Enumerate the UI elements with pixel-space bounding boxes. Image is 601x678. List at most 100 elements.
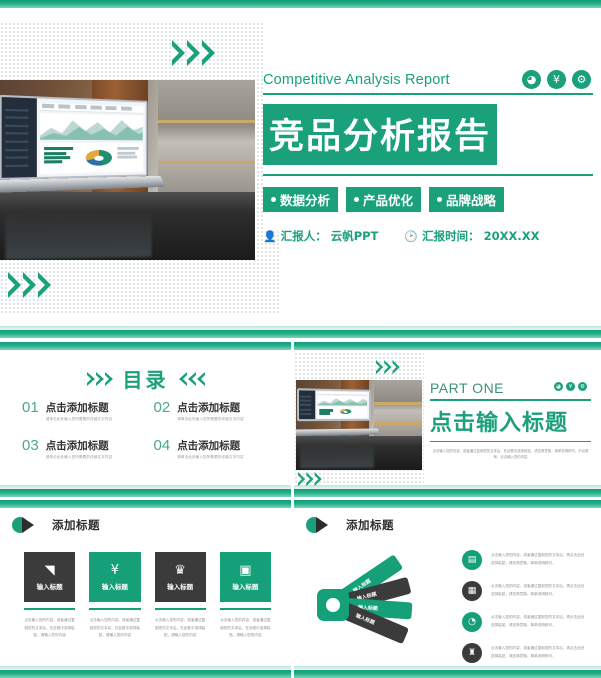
- list-item[interactable]: ◔ 点击输入您的内容，或者通过复制您的文本后，再点击此处选择粘贴，请言简意赅，简…: [462, 612, 587, 632]
- presenter-group: 👤 汇报人： 云帆PPT: [263, 228, 378, 244]
- people-group-icon: ♛: [174, 562, 186, 578]
- slide1-bottom-bar-secondary: [0, 326, 601, 330]
- clock-icon: 🕑: [404, 229, 419, 243]
- chevron-left-decoration: [86, 371, 113, 386]
- toc-item-title: 点击添加标题: [177, 440, 241, 452]
- tag-item[interactable]: 产品优化: [346, 187, 422, 212]
- slide1-top-bar: [0, 0, 601, 8]
- chart-icon[interactable]: ◕: [522, 70, 541, 89]
- tag-label: 数据分析: [280, 193, 331, 208]
- tag-label: 产品优化: [363, 193, 414, 208]
- card-item[interactable]: ¥ 输入标题 点击输入您的内容，或者通过复制您的文本后，在此框中选择粘贴，请输入…: [89, 552, 141, 640]
- bullet-icon: [271, 197, 276, 202]
- section-body-text: 点击输入您的内容，或者通过复制您的文本后，在此框中选择粘贴，请言简意赅，简单说明…: [432, 449, 589, 460]
- card-grid: ◥ 输入标题 点击输入您的内容，或者通过复制您的文本后，在此框中选择粘贴，请输入…: [24, 552, 271, 640]
- slide5-top-bar: [294, 500, 601, 508]
- card-label: 输入标题: [101, 582, 128, 591]
- list-item-text: 点击输入您的内容，或者通过复制您的文本后，再点击此处选择粘贴，请言简意赅，简单说…: [491, 615, 585, 627]
- toc-item[interactable]: 03 点击添加标题 请单击此处输入您所需要的详细文字内容: [22, 438, 144, 460]
- toc-number: 04: [153, 437, 171, 454]
- list-item[interactable]: ▦ 点击输入您的内容，或者通过复制您的文本后，再点击此处选择粘贴，请言简意赅，简…: [462, 581, 587, 601]
- slide2-bottom-bar-secondary: [0, 485, 291, 489]
- list-item-text: 点击输入您的内容，或者通过复制您的文本后，再点击此处选择粘贴，请言简意赅，简单说…: [491, 646, 585, 658]
- toc-title: 目录: [122, 368, 169, 392]
- header-badge-icon: [306, 517, 340, 533]
- section-heading: 添加标题: [52, 518, 100, 532]
- hero-photo: [0, 80, 255, 260]
- card-label: 输入标题: [232, 582, 259, 591]
- toc-item-title: 点击添加标题: [45, 440, 109, 452]
- list-item[interactable]: ▤ 点击输入您的内容，或者通过复制您的文本后，再点击此处选择粘贴，请言简意赅，简…: [462, 550, 587, 570]
- card-item[interactable]: ▣ 输入标题 点击输入您的内容，或者通过复制您的文本后，在此框中选择粘贴，请输入…: [219, 552, 271, 640]
- toc-item-subtitle: 请单击此处输入您所需要的详细文字内容: [45, 455, 113, 459]
- fan-pivot: [317, 589, 349, 621]
- document-icon: ▦: [462, 581, 482, 601]
- card-description: 点击输入您的内容，或者通过复制您的文本后，在此框中选择粘贴，请输入您的内容: [24, 618, 75, 638]
- slide3-bottom-bar: [294, 489, 601, 497]
- date-group: 🕑 汇报时间： 20XX.XX: [404, 228, 539, 244]
- presenter-label: 汇报人：: [280, 229, 327, 243]
- tag-item[interactable]: 品牌战略: [429, 187, 505, 212]
- chevron-decoration-top: [172, 40, 215, 66]
- meta-row: 👤 汇报人： 云帆PPT 🕑 汇报时间： 20XX.XX: [263, 228, 593, 244]
- section-header: 添加标题: [12, 517, 100, 533]
- calculator-icon: ▣: [239, 562, 252, 578]
- toc-item-subtitle: 请单击此处输入您所需要的详细文字内容: [45, 417, 113, 421]
- presentation-icon: ▤: [462, 550, 482, 570]
- person-icon: 👤: [263, 229, 277, 243]
- card-label: 输入标题: [167, 582, 194, 591]
- toc-grid: 01 点击添加标题 请单击此处输入您所需要的详细文字内容 02 点击添加标题 请…: [22, 400, 275, 460]
- header-icon-group: ◕ ¥ ⚙: [522, 70, 591, 89]
- slide3-top-bar: [294, 342, 601, 350]
- card-description: 点击输入您的内容，或者通过复制您的文本后，在此框中选择粘贴，请输入您的内容: [154, 618, 206, 638]
- toc-item[interactable]: 02 点击添加标题 请单击此处输入您所需要的详细文字内容: [154, 400, 276, 422]
- yen-icon[interactable]: ¥: [566, 382, 575, 391]
- chevron-decoration-bottom: [8, 272, 51, 298]
- title-divider: [263, 93, 593, 95]
- link-icon[interactable]: ⚙: [572, 70, 591, 89]
- slide4-bottom-bar: [0, 670, 291, 678]
- card-description: 点击输入您的内容，或者通过复制您的文本后，在此框中选择粘贴，请输入您的内容: [89, 618, 141, 638]
- toc-item[interactable]: 04 点击添加标题 请单击此处输入您所需要的详细文字内容: [154, 438, 276, 460]
- section-divider: [430, 440, 591, 442]
- bullet-icon: [437, 197, 443, 202]
- page-title: 竞品分析报告: [263, 104, 498, 165]
- section-photo: [296, 380, 422, 470]
- toc-item-title: 点击添加标题: [177, 402, 241, 414]
- slide2-bottom-bar: [0, 489, 291, 497]
- date-label: 汇报时间：: [422, 229, 480, 243]
- list-item-text: 点击输入您的内容，或者通过复制您的文本后，再点击此处选择粘贴，请言简意赅，简单说…: [491, 584, 585, 596]
- card-item[interactable]: ◥ 输入标题 点击输入您的内容，或者通过复制您的文本后，在此框中选择粘贴，请输入…: [24, 552, 76, 640]
- trophy-icon: ♜: [462, 643, 482, 663]
- target-chart-icon: ◥: [44, 562, 55, 578]
- date-value: 20XX.XX: [483, 229, 540, 243]
- card-underline: [154, 608, 206, 610]
- toc-item-subtitle: 请单击此处输入您所需要的详细文字内容: [177, 417, 244, 421]
- header-badge-icon: [12, 517, 46, 533]
- section-icon-group: ◕ ¥ ⚙: [554, 382, 587, 391]
- chevron-decoration-top: [376, 360, 400, 375]
- card-item[interactable]: ♛ 输入标题 点击输入您的内容，或者通过复制您的文本后，在此框中选择粘贴，请输入…: [154, 552, 206, 640]
- slide-part-one: PART ONE ◕ ¥ ⚙ 点击输入标题 点击输入您的内容，或者通过复制您的文…: [294, 342, 601, 497]
- tag-label: 品牌战略: [446, 193, 497, 208]
- toc-number: 01: [22, 399, 39, 416]
- slide1-bottom-bar: [0, 330, 601, 338]
- list-item[interactable]: ♜ 点击输入您的内容，或者通过复制您的文本后，再点击此处选择粘贴，请言简意赅，简…: [462, 643, 587, 663]
- section-header: 添加标题: [306, 517, 394, 533]
- presenter-value: 云帆PPT: [330, 229, 379, 243]
- chevron-decoration-bottom: [298, 472, 322, 487]
- toc-item-title: 点击添加标题: [45, 402, 109, 414]
- yen-icon: ¥: [110, 562, 120, 578]
- tag-item[interactable]: 数据分析: [263, 187, 339, 212]
- fan-diagram: 输入标题 输入标题 输入标题 输入标题: [316, 554, 436, 655]
- card-underline: [24, 608, 76, 610]
- chart-icon[interactable]: ◕: [554, 382, 563, 391]
- yen-icon[interactable]: ¥: [547, 70, 566, 89]
- toc-header: 目录: [0, 364, 291, 393]
- slide-table-of-contents: 目录 01 点击添加标题 请单击此处输入您所需要的详细文字内容 02 点击添加标…: [0, 342, 291, 497]
- link-icon[interactable]: ⚙: [578, 382, 587, 391]
- slide-four-cards: 添加标题 ◥ 输入标题 点击输入您的内容，或者通过复制您的文本后，在此框中选择粘…: [0, 500, 291, 678]
- card-description: 点击输入您的内容，或者通过复制您的文本后，在此框中选择粘贴，请输入您的内容: [220, 618, 271, 638]
- toc-item[interactable]: 01 点击添加标题 请单击此处输入您所需要的详细文字内容: [22, 400, 144, 422]
- slide4-bottom-bar-secondary: [0, 666, 291, 670]
